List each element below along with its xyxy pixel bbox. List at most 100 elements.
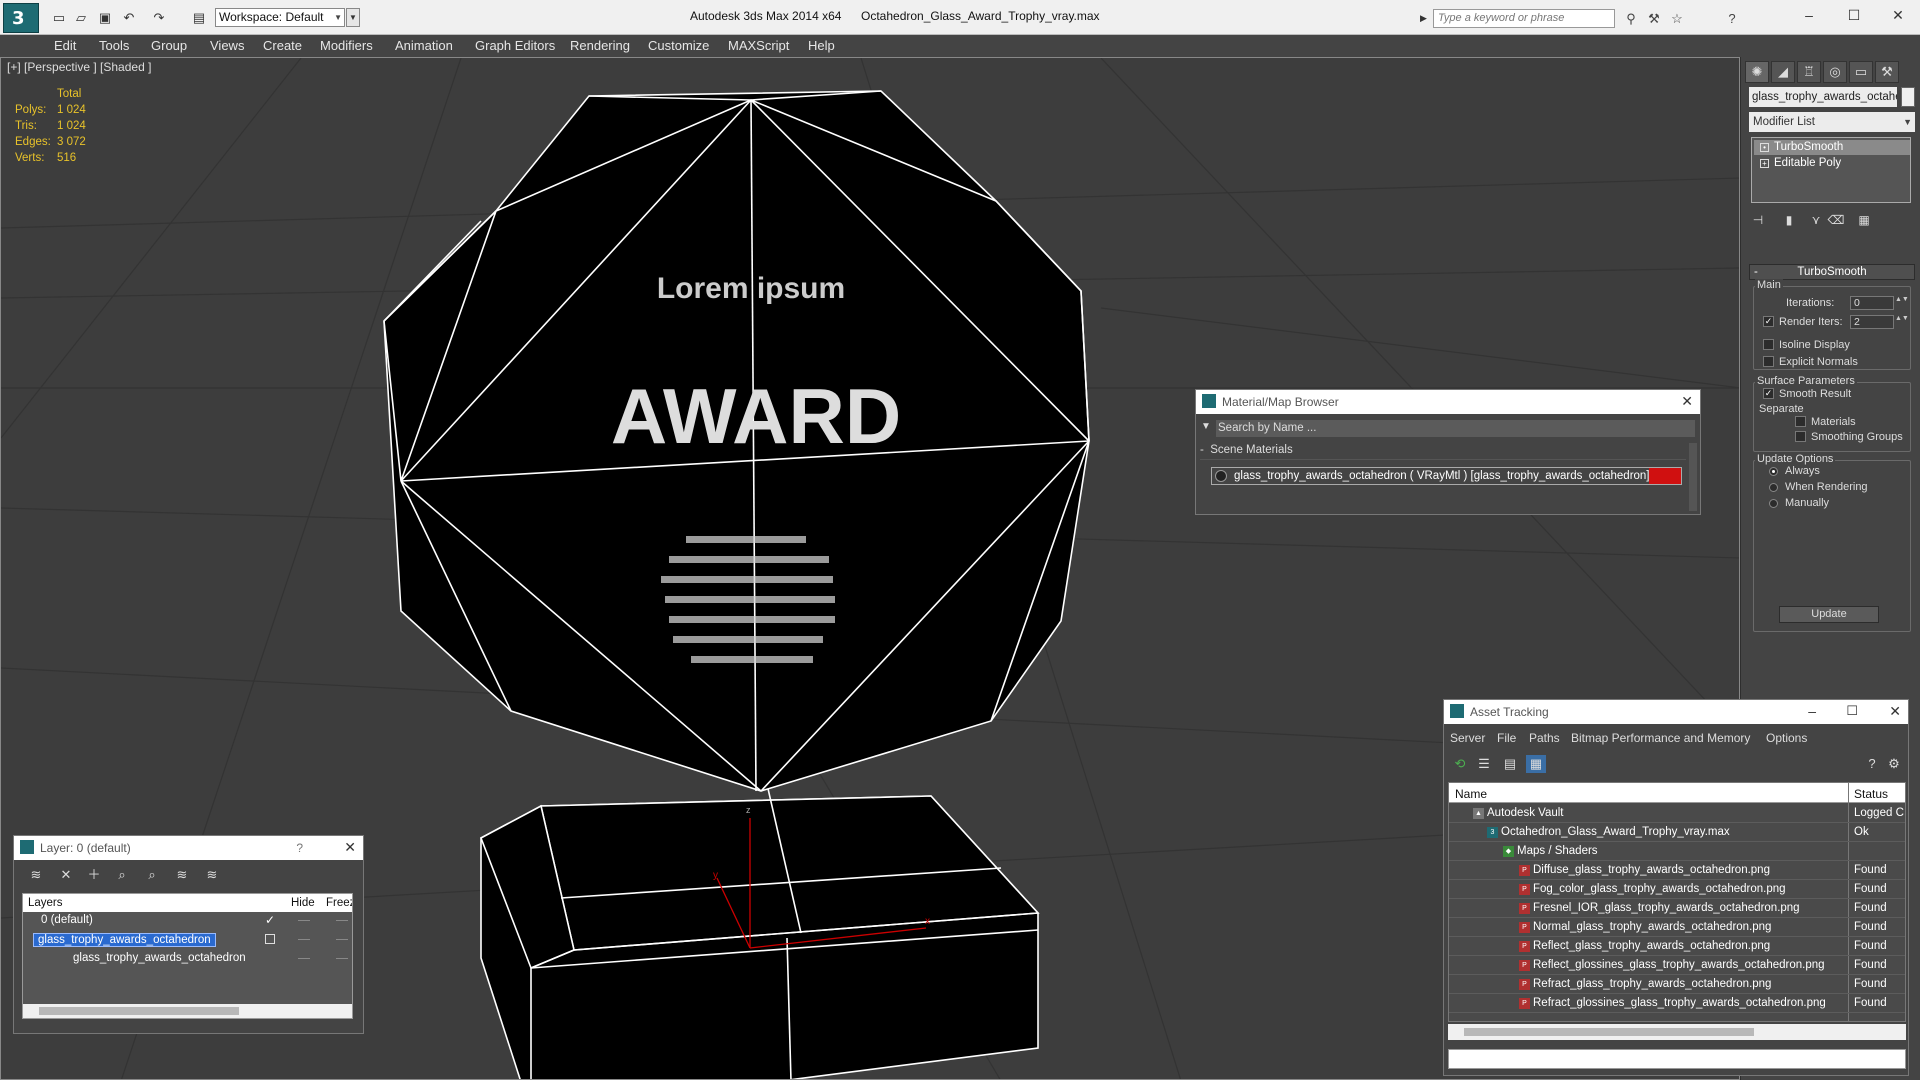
smoothing-groups-checkbox[interactable] — [1795, 431, 1806, 442]
material-search-input[interactable]: Search by Name ... — [1216, 420, 1695, 437]
asset-row[interactable]: 3 Octahedron_Glass_Award_Trophy_vray.max O… — [1449, 823, 1905, 842]
spinner-arrows-icon[interactable]: ▲▼ — [1895, 315, 1909, 329]
update-button[interactable]: Update — [1779, 606, 1879, 623]
material-browser-titlebar[interactable]: Material/Map Browser ✕ — [1196, 390, 1700, 414]
select-objects-icon[interactable]: ⌕ — [112, 866, 132, 884]
close-icon[interactable]: ✕ — [1880, 4, 1916, 26]
menu-options[interactable]: Options — [1766, 731, 1807, 745]
modify-tab-icon[interactable]: ◢ — [1771, 61, 1795, 83]
app-logo-icon[interactable]: 3 — [3, 3, 39, 33]
menu-edit[interactable]: Edit — [54, 38, 76, 53]
layer-row[interactable]: 0 (default) ✓ — [23, 912, 352, 930]
maximize-icon[interactable]: ☐ — [1846, 703, 1858, 719]
menu-paths[interactable]: Paths — [1529, 731, 1560, 745]
menu-file[interactable]: File — [1497, 731, 1516, 745]
menu-customize[interactable]: Customize — [648, 38, 709, 53]
star-icon[interactable]: ☆ — [1668, 10, 1686, 27]
lightbulb-icon[interactable]: • — [1760, 143, 1769, 152]
freeze-all-icon[interactable]: ≋ — [202, 866, 222, 884]
column-name[interactable]: Name — [1455, 787, 1487, 801]
binoculars-icon[interactable]: ⚲ — [1622, 10, 1640, 27]
modifier-list-dropdown[interactable]: Modifier List ▼ — [1749, 112, 1915, 132]
hide-toggle[interactable] — [298, 920, 310, 921]
create-tab-icon[interactable]: ✺ — [1745, 61, 1769, 83]
asset-row[interactable]: P Refract_glass_trophy_awards_octahedron.… — [1449, 975, 1905, 994]
add-to-layer-icon[interactable]: ＋ — [84, 866, 104, 884]
column-layers[interactable]: Layers — [28, 897, 63, 909]
help-icon[interactable]: ? — [1723, 10, 1741, 27]
spinner-arrows-icon[interactable]: ▲▼ — [1895, 296, 1909, 310]
material-item[interactable]: glass_trophy_awards_octahedron ( VRayMtl… — [1211, 467, 1682, 485]
current-layer-icon[interactable] — [265, 934, 275, 944]
scroll-thumb[interactable] — [39, 1007, 239, 1015]
undo-icon[interactable]: ↶ — [120, 9, 138, 26]
column-hide[interactable]: Hide — [291, 897, 315, 909]
freeze-toggle[interactable] — [336, 920, 348, 921]
search-toggle-icon[interactable]: ▶ — [1420, 9, 1432, 28]
always-radio[interactable] — [1769, 467, 1778, 476]
configure-sets-icon[interactable]: ▦ — [1853, 211, 1875, 229]
refresh-icon[interactable]: ⟲ — [1450, 755, 1470, 773]
layer-list-scrollbar[interactable] — [23, 1004, 352, 1018]
workspace-dropdown-button[interactable]: ▼ — [346, 8, 360, 27]
settings-icon[interactable]: ⚙ — [1884, 755, 1904, 773]
asset-row[interactable]: P Normal_glass_trophy_awards_octahedron.p… — [1449, 918, 1905, 937]
save-icon[interactable]: ▣ — [96, 9, 114, 26]
turbosmooth-rollout[interactable]: - TurboSmooth — [1749, 264, 1915, 280]
asset-row[interactable]: P Diffuse_glass_trophy_awards_octahedron.… — [1449, 861, 1905, 880]
close-icon[interactable]: ✕ — [1889, 703, 1901, 720]
minimize-icon[interactable]: – — [1808, 703, 1816, 719]
menu-bitmap-performance[interactable]: Bitmap Performance and Memory — [1571, 731, 1750, 745]
maximize-icon[interactable]: ☐ — [1836, 4, 1872, 26]
remove-modifier-icon[interactable]: ⌫ — [1825, 211, 1847, 229]
help-button[interactable]: ? — [296, 841, 303, 855]
menu-tools[interactable]: Tools — [99, 38, 129, 53]
freeze-toggle[interactable] — [336, 958, 348, 959]
object-color-swatch[interactable] — [1901, 87, 1915, 107]
asset-path-field[interactable] — [1448, 1049, 1906, 1069]
hierarchy-tab-icon[interactable]: ♖ — [1797, 61, 1821, 83]
help-icon[interactable]: ? — [1862, 755, 1882, 773]
utilities-tab-icon[interactable]: ⚒ — [1875, 61, 1899, 83]
delete-layer-icon[interactable]: ✕ — [56, 866, 76, 884]
asset-row[interactable]: P Refract_glossines_glass_trophy_awards_o… — [1449, 994, 1905, 1013]
material-browser-scrollbar[interactable] — [1689, 443, 1697, 511]
menu-maxscript[interactable]: MAXScript — [728, 38, 789, 53]
hide-all-icon[interactable]: ≋ — [172, 866, 192, 884]
render-iters-spinner[interactable]: 2 — [1850, 315, 1894, 329]
isoline-checkbox[interactable] — [1763, 339, 1774, 350]
expand-icon[interactable]: + — [1760, 159, 1769, 168]
menu-rendering[interactable]: Rendering — [570, 38, 630, 53]
asset-table-scrollbar[interactable] — [1448, 1024, 1906, 1040]
manually-radio[interactable] — [1769, 499, 1778, 508]
list-view-icon[interactable]: ☰ — [1474, 755, 1494, 773]
open-icon[interactable]: ▱ — [72, 9, 90, 26]
hide-toggle[interactable] — [298, 958, 310, 959]
layer-row[interactable]: glass_trophy_awards_octahedron — [23, 931, 352, 949]
asset-row[interactable]: P Reflect_glossines_glass_trophy_awards_o… — [1449, 956, 1905, 975]
select-layer-icon[interactable]: ⌕ — [142, 866, 162, 884]
menu-modifiers[interactable]: Modifiers — [320, 38, 373, 53]
menu-create[interactable]: Create — [263, 38, 302, 53]
column-freeze[interactable]: Freez — [326, 897, 352, 909]
stack-item-turbosmooth[interactable]: • TurboSmooth — [1754, 140, 1910, 155]
materials-checkbox[interactable] — [1795, 416, 1806, 427]
layer-window-titlebar[interactable]: Layer: 0 (default) ? ✕ — [14, 836, 363, 860]
asset-row[interactable]: P Fog_color_glass_trophy_awards_octahedro… — [1449, 880, 1905, 899]
workspace-select[interactable]: Workspace: Default ▼ — [215, 8, 345, 27]
project-icon[interactable]: ▤ — [190, 9, 208, 26]
redo-icon[interactable]: ↷ — [150, 9, 168, 26]
search-input[interactable]: Type a keyword or phrase — [1433, 9, 1615, 28]
menu-views[interactable]: Views — [210, 38, 244, 53]
freeze-toggle[interactable] — [336, 939, 348, 940]
motion-tab-icon[interactable]: ◎ — [1823, 61, 1847, 83]
when-rendering-radio[interactable] — [1769, 483, 1778, 492]
scroll-thumb[interactable] — [1464, 1028, 1754, 1036]
asset-row[interactable]: P Fresnel_IOR_glass_trophy_awards_octahed… — [1449, 899, 1905, 918]
minimize-icon[interactable]: – — [1791, 4, 1827, 26]
menu-help[interactable]: Help — [808, 38, 835, 53]
asset-tracking-titlebar[interactable]: Asset Tracking – ☐ ✕ — [1444, 700, 1908, 724]
scene-materials-section[interactable]: - Scene Materials — [1200, 444, 1686, 460]
column-status[interactable]: Status — [1854, 787, 1888, 801]
menu-group[interactable]: Group — [151, 38, 187, 53]
